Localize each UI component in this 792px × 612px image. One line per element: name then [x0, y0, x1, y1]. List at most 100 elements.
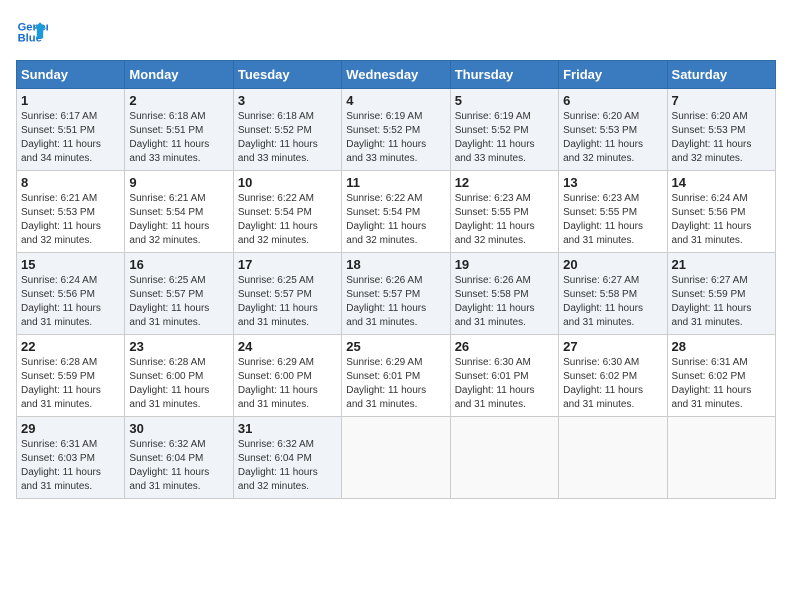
weekday-header-monday: Monday: [125, 61, 233, 89]
day-number: 12: [455, 175, 554, 190]
day-number: 16: [129, 257, 228, 272]
calendar-cell: 25Sunrise: 6:29 AMSunset: 6:01 PMDayligh…: [342, 335, 450, 417]
day-number: 5: [455, 93, 554, 108]
day-number: 24: [238, 339, 337, 354]
calendar-cell: 26 Sunrise: 6:30 AMSunset: 6:01 PMDayligh…: [450, 335, 558, 417]
day-number: 30: [129, 421, 228, 436]
calendar-table: SundayMondayTuesdayWednesdayThursdayFrid…: [16, 60, 776, 499]
day-info: Sunrise: 6:32 AMSunset: 6:04 PMDaylight:…: [238, 438, 337, 494]
calendar-cell: 11 Sunrise: 6:22 AMSunset: 5:54 PMDayligh…: [342, 171, 450, 253]
calendar-cell: 9 Sunrise: 6:21 AMSunset: 5:54 PMDaylight…: [125, 171, 233, 253]
day-number: 18: [346, 257, 445, 272]
day-number: 19: [455, 257, 554, 272]
calendar-cell: 18 Sunrise: 6:26 AMSunset: 5:57 PMDayligh…: [342, 253, 450, 335]
calendar-week-3: 15 Sunrise: 6:24 AMSunset: 5:56 PMDayligh…: [17, 253, 776, 335]
day-number: 10: [238, 175, 337, 190]
day-info: Sunrise: 6:30 AMSunset: 6:01 PMDaylight:…: [455, 356, 554, 412]
weekday-header-wednesday: Wednesday: [342, 61, 450, 89]
calendar-cell: 17 Sunrise: 6:25 AMSunset: 5:57 PMDayligh…: [233, 253, 341, 335]
day-info: Sunrise: 6:22 AMSunset: 5:54 PMDaylight:…: [238, 192, 337, 248]
logo-icon: General Blue: [16, 16, 48, 48]
day-info: Sunrise: 6:21 AMSunset: 5:54 PMDaylight:…: [129, 192, 228, 248]
day-info: Sunrise: 6:26 AMSunset: 5:58 PMDaylight:…: [455, 274, 554, 330]
day-number: 29: [21, 421, 120, 436]
calendar-cell: 13 Sunrise: 6:23 AMSunset: 5:55 PMDayligh…: [559, 171, 667, 253]
day-info: Sunrise: 6:17 AMSunset: 5:51 PMDaylight:…: [21, 110, 120, 166]
calendar-cell: 19 Sunrise: 6:26 AMSunset: 5:58 PMDayligh…: [450, 253, 558, 335]
day-info: Sunrise: 6:19 AMSunset: 5:52 PMDaylight:…: [346, 110, 445, 166]
calendar-cell: 4 Sunrise: 6:19 AMSunset: 5:52 PMDaylight…: [342, 89, 450, 171]
logo: General Blue: [16, 16, 52, 48]
header: General Blue: [16, 16, 776, 48]
calendar-cell: 1 Sunrise: 6:17 AMSunset: 5:51 PMDaylight…: [17, 89, 125, 171]
day-number: 1: [21, 93, 120, 108]
weekday-header-sunday: Sunday: [17, 61, 125, 89]
day-number: 17: [238, 257, 337, 272]
day-number: 6: [563, 93, 662, 108]
day-number: 31: [238, 421, 337, 436]
calendar-week-5: 29 Sunrise: 6:31 AMSunset: 6:03 PMDayligh…: [17, 417, 776, 499]
day-number: 2: [129, 93, 228, 108]
day-info: Sunrise: 6:18 AMSunset: 5:52 PMDaylight:…: [238, 110, 337, 166]
calendar-cell: 5 Sunrise: 6:19 AMSunset: 5:52 PMDaylight…: [450, 89, 558, 171]
day-number: 27: [563, 339, 662, 354]
day-number: 4: [346, 93, 445, 108]
calendar-week-4: 22 Sunrise: 6:28 AMSunset: 5:59 PMDayligh…: [17, 335, 776, 417]
day-info: Sunrise: 6:29 AMSunset: 6:00 PMDaylight:…: [238, 356, 337, 412]
calendar-cell: 15 Sunrise: 6:24 AMSunset: 5:56 PMDayligh…: [17, 253, 125, 335]
day-number: 21: [672, 257, 771, 272]
day-info: Sunrise: 6:31 AMSunset: 6:03 PMDaylight:…: [21, 438, 120, 494]
day-number: 26: [455, 339, 554, 354]
day-info: Sunrise: 6:22 AMSunset: 5:54 PMDaylight:…: [346, 192, 445, 248]
day-info: Sunrise: 6:20 AMSunset: 5:53 PMDaylight:…: [672, 110, 771, 166]
calendar-cell: [342, 417, 450, 499]
calendar-cell: 8 Sunrise: 6:21 AMSunset: 5:53 PMDaylight…: [17, 171, 125, 253]
day-number: 11: [346, 175, 445, 190]
calendar-cell: 28Sunrise: 6:31 AMSunset: 6:02 PMDayligh…: [667, 335, 775, 417]
calendar-cell: [559, 417, 667, 499]
calendar-week-1: 1 Sunrise: 6:17 AMSunset: 5:51 PMDaylight…: [17, 89, 776, 171]
day-info: Sunrise: 6:27 AMSunset: 5:59 PMDaylight:…: [672, 274, 771, 330]
calendar-cell: 7 Sunrise: 6:20 AMSunset: 5:53 PMDaylight…: [667, 89, 775, 171]
day-number: 9: [129, 175, 228, 190]
calendar-cell: 30 Sunrise: 6:32 AMSunset: 6:04 PMDayligh…: [125, 417, 233, 499]
day-number: 22: [21, 339, 120, 354]
calendar-cell: 10 Sunrise: 6:22 AMSunset: 5:54 PMDayligh…: [233, 171, 341, 253]
day-info: Sunrise: 6:25 AMSunset: 5:57 PMDaylight:…: [129, 274, 228, 330]
day-info: Sunrise: 6:28 AMSunset: 5:59 PMDaylight:…: [21, 356, 120, 412]
day-number: 7: [672, 93, 771, 108]
day-info: Sunrise: 6:25 AMSunset: 5:57 PMDaylight:…: [238, 274, 337, 330]
day-number: 23: [129, 339, 228, 354]
day-number: 15: [21, 257, 120, 272]
calendar-cell: 27 Sunrise: 6:30 AMSunset: 6:02 PMDayligh…: [559, 335, 667, 417]
weekday-header-thursday: Thursday: [450, 61, 558, 89]
calendar-cell: 29 Sunrise: 6:31 AMSunset: 6:03 PMDayligh…: [17, 417, 125, 499]
day-number: 28: [672, 339, 771, 354]
day-number: 8: [21, 175, 120, 190]
calendar-cell: 12 Sunrise: 6:23 AMSunset: 5:55 PMDayligh…: [450, 171, 558, 253]
day-info: Sunrise: 6:32 AMSunset: 6:04 PMDaylight:…: [129, 438, 228, 494]
calendar-cell: 2 Sunrise: 6:18 AMSunset: 5:51 PMDaylight…: [125, 89, 233, 171]
weekday-header-friday: Friday: [559, 61, 667, 89]
day-number: 13: [563, 175, 662, 190]
day-info: Sunrise: 6:21 AMSunset: 5:53 PMDaylight:…: [21, 192, 120, 248]
calendar-cell: 23Sunrise: 6:28 AMSunset: 6:00 PMDayligh…: [125, 335, 233, 417]
day-info: Sunrise: 6:20 AMSunset: 5:53 PMDaylight:…: [563, 110, 662, 166]
day-info: Sunrise: 6:26 AMSunset: 5:57 PMDaylight:…: [346, 274, 445, 330]
calendar-cell: [667, 417, 775, 499]
day-info: Sunrise: 6:23 AMSunset: 5:55 PMDaylight:…: [563, 192, 662, 248]
calendar-cell: [450, 417, 558, 499]
day-info: Sunrise: 6:27 AMSunset: 5:58 PMDaylight:…: [563, 274, 662, 330]
day-info: Sunrise: 6:29 AMSunset: 6:01 PMDaylight:…: [346, 356, 445, 412]
calendar-cell: 14 Sunrise: 6:24 AMSunset: 5:56 PMDayligh…: [667, 171, 775, 253]
day-number: 14: [672, 175, 771, 190]
day-info: Sunrise: 6:19 AMSunset: 5:52 PMDaylight:…: [455, 110, 554, 166]
calendar-cell: 16 Sunrise: 6:25 AMSunset: 5:57 PMDayligh…: [125, 253, 233, 335]
calendar-cell: 3 Sunrise: 6:18 AMSunset: 5:52 PMDaylight…: [233, 89, 341, 171]
day-info: Sunrise: 6:23 AMSunset: 5:55 PMDaylight:…: [455, 192, 554, 248]
day-info: Sunrise: 6:24 AMSunset: 5:56 PMDaylight:…: [21, 274, 120, 330]
day-info: Sunrise: 6:18 AMSunset: 5:51 PMDaylight:…: [129, 110, 228, 166]
day-info: Sunrise: 6:30 AMSunset: 6:02 PMDaylight:…: [563, 356, 662, 412]
day-info: Sunrise: 6:24 AMSunset: 5:56 PMDaylight:…: [672, 192, 771, 248]
day-number: 3: [238, 93, 337, 108]
